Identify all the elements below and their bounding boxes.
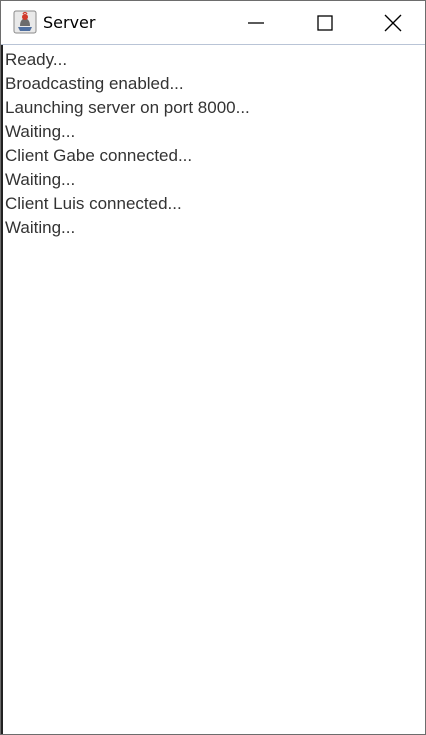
log-line: Waiting...	[5, 122, 76, 141]
close-icon	[384, 14, 401, 31]
log-line: Waiting...	[5, 170, 76, 189]
title-bar[interactable]: Server	[1, 1, 425, 45]
log-line: Client Gabe connected...	[5, 146, 193, 165]
log-line: Client Luis connected...	[5, 194, 182, 213]
log-line: Waiting...	[5, 218, 76, 237]
log-list: Ready... Broadcasting enabled... Launchi…	[5, 48, 250, 240]
minimize-button[interactable]	[221, 1, 291, 44]
java-app-icon[interactable]	[13, 10, 37, 34]
log-line: Broadcasting enabled...	[5, 74, 184, 93]
minimize-icon	[248, 21, 264, 24]
close-button[interactable]	[360, 1, 425, 44]
maximize-icon	[317, 14, 333, 31]
window-title: Server	[43, 13, 96, 32]
log-line: Launching server on port 8000...	[5, 98, 250, 117]
log-text-area[interactable]: Ready... Broadcasting enabled... Launchi…	[1, 45, 425, 734]
server-window: Server Ready... Broadcasting enabled... …	[0, 0, 426, 735]
log-line: Ready...	[5, 50, 68, 69]
maximize-button[interactable]	[290, 1, 360, 44]
